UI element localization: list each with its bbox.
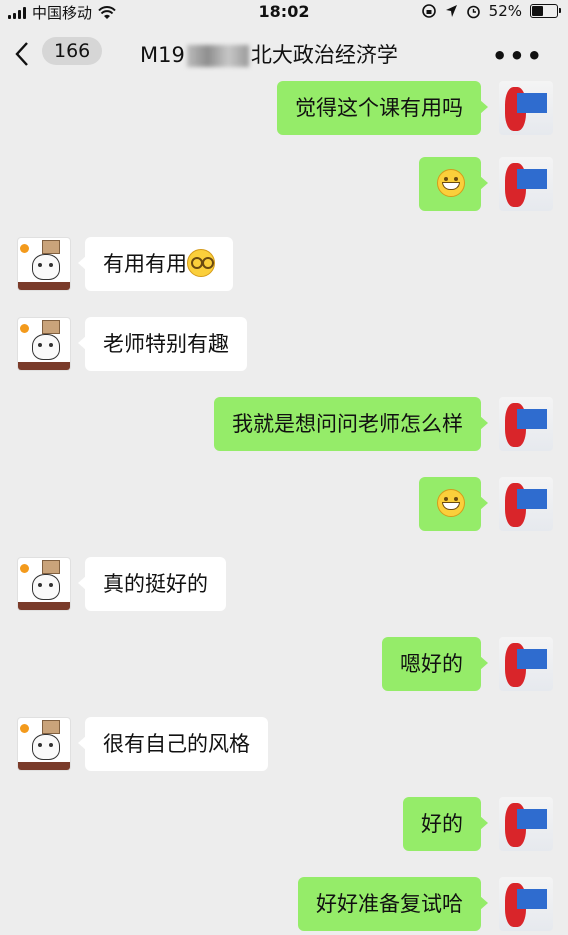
message-bubble-me[interactable]: [419, 157, 488, 211]
my-avatar[interactable]: [499, 397, 553, 451]
message-bubble-other[interactable]: 真的挺好的: [78, 557, 226, 611]
status-bar: 中国移动 18:02 52%: [0, 0, 568, 24]
message-list[interactable]: 觉得这个课有用吗 有用有用 老师特别有趣 我就是想问问老师怎么样 真的挺好的 嗯…: [0, 81, 568, 935]
my-avatar[interactable]: [499, 877, 553, 931]
my-avatar[interactable]: [499, 637, 553, 691]
message-bubble-me[interactable]: 觉得这个课有用吗: [277, 81, 488, 135]
chevron-left-icon[interactable]: [14, 40, 30, 73]
chat-nav-bar: 166 M19 北大政治经济学 •••: [0, 24, 568, 84]
message-bubble-other[interactable]: 有用有用: [78, 237, 233, 291]
battery-icon: [530, 4, 561, 18]
message-text: 我就是想问问老师怎么样: [232, 412, 463, 436]
contact-avatar[interactable]: [17, 317, 71, 371]
message-bubble-other[interactable]: 很有自己的风格: [78, 717, 268, 771]
message-bubble-me[interactable]: [419, 477, 488, 531]
grinning-face-emoji: [437, 169, 465, 197]
message-bubble-me[interactable]: 嗯好的: [382, 637, 488, 691]
chat-title: M19 北大政治经济学: [140, 39, 398, 69]
message-text: 好好准备复试哈: [316, 892, 463, 916]
my-avatar[interactable]: [499, 157, 553, 211]
alarm-icon: [466, 5, 480, 18]
message-bubble-me[interactable]: 我就是想问问老师怎么样: [214, 397, 488, 451]
chat-title-prefix: M19: [140, 43, 185, 67]
chat-title-suffix: 北大政治经济学: [250, 43, 398, 67]
location-icon: [445, 5, 457, 17]
message-text: 嗯好的: [400, 652, 463, 676]
message-text: 很有自己的风格: [103, 732, 250, 756]
message-text: 觉得这个课有用吗: [295, 96, 463, 120]
my-avatar[interactable]: [499, 477, 553, 531]
message-text: 老师特别有趣: [103, 332, 229, 356]
blurred-title-segment: [186, 45, 249, 67]
my-avatar[interactable]: [499, 81, 553, 135]
status-right: 52%: [421, 2, 561, 20]
message-bubble-me[interactable]: 好好准备复试哈: [298, 877, 488, 931]
message-text: 有用有用: [103, 252, 187, 276]
orientation-lock-icon: [421, 4, 436, 18]
battery-percent: 52%: [488, 2, 522, 20]
contact-avatar[interactable]: [17, 557, 71, 611]
message-text: 好的: [421, 812, 463, 836]
message-bubble-me[interactable]: 好的: [403, 797, 488, 851]
message-bubble-other[interactable]: 老师特别有趣: [78, 317, 247, 371]
more-horizontal-icon[interactable]: •••: [492, 42, 544, 70]
nerd-face-emoji: [187, 249, 215, 277]
unread-count-badge[interactable]: 166: [42, 37, 103, 65]
contact-avatar[interactable]: [17, 717, 71, 771]
message-text: 真的挺好的: [103, 572, 208, 596]
grinning-face-emoji: [437, 489, 465, 517]
my-avatar[interactable]: [499, 797, 553, 851]
contact-avatar[interactable]: [17, 237, 71, 291]
